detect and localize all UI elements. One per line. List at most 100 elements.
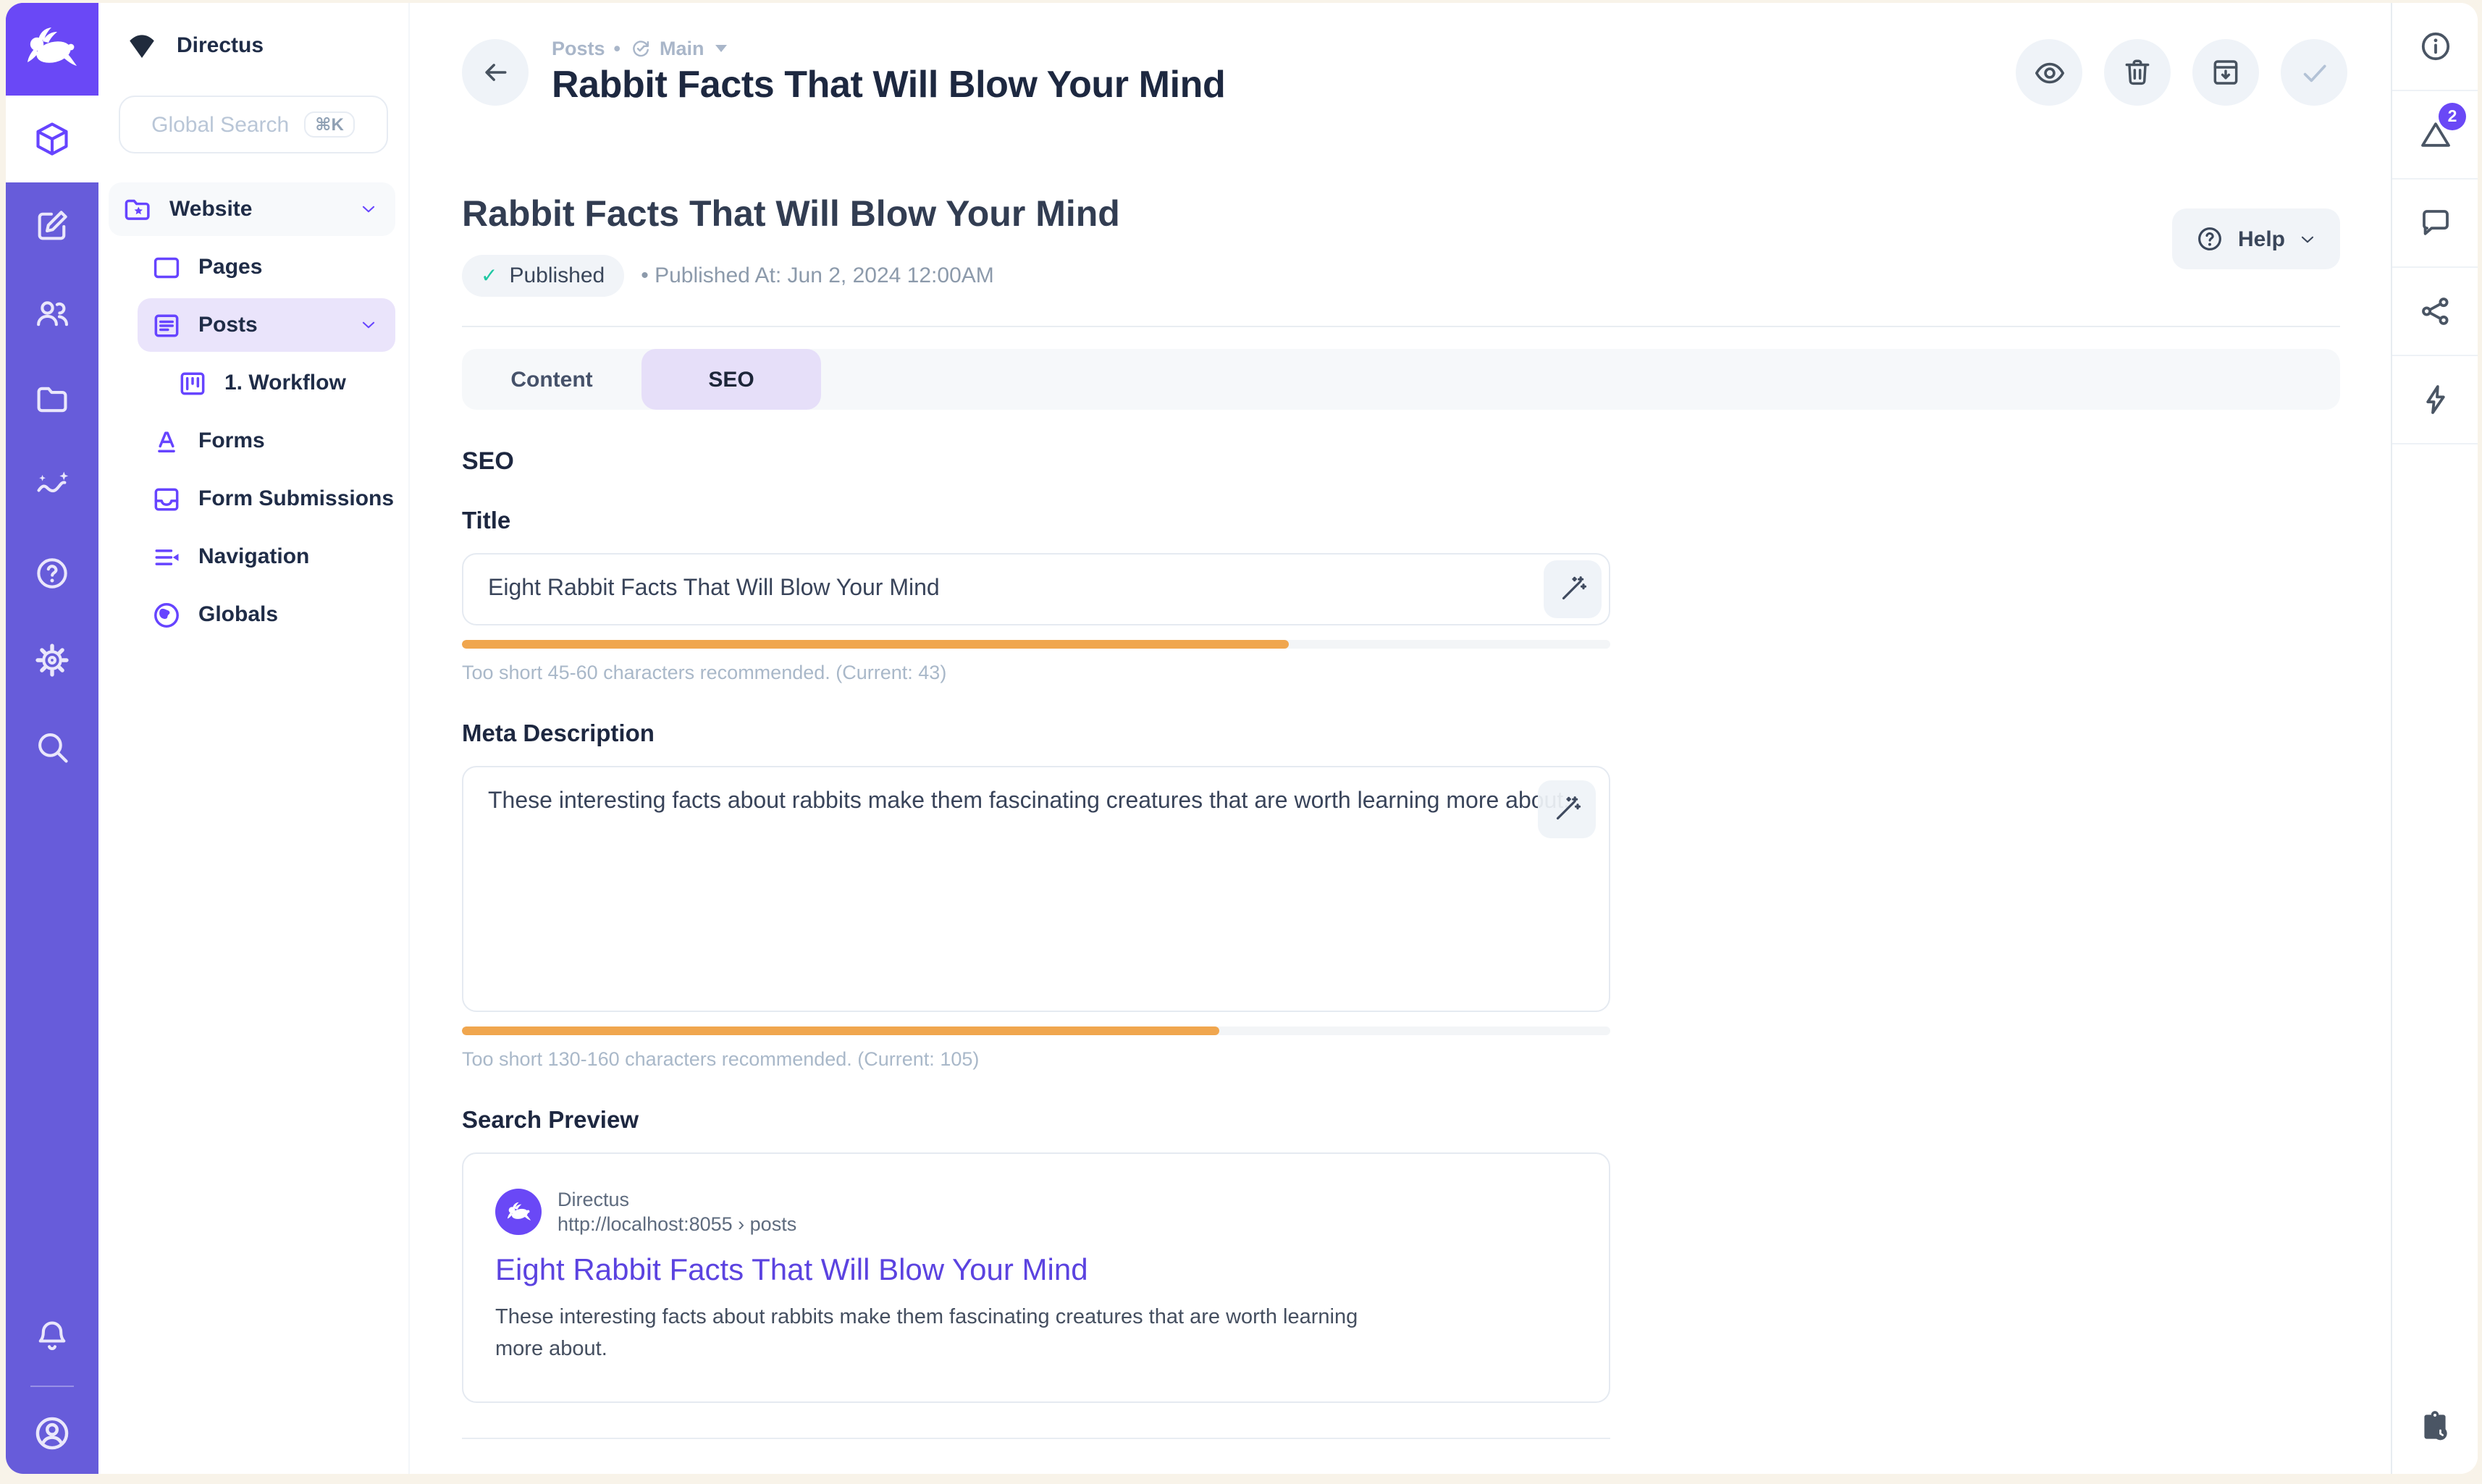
notifications-bell[interactable] bbox=[6, 1293, 98, 1380]
info-icon bbox=[2418, 29, 2452, 64]
inbox-icon bbox=[151, 483, 182, 515]
preview-site-row: Directus http://localhost:8055 › posts bbox=[495, 1189, 1577, 1235]
seo-form: SEO Title Eight Rabbit Facts That Will B… bbox=[462, 447, 1610, 1438]
breadcrumb-version[interactable]: Main bbox=[660, 38, 704, 59]
cube-icon bbox=[33, 120, 71, 158]
module-docs[interactable] bbox=[6, 530, 98, 617]
directus-logo[interactable] bbox=[6, 3, 98, 96]
breadcrumb[interactable]: Posts • Main bbox=[552, 38, 1225, 59]
directus-app: Directus Global Search ⌘K Website bbox=[0, 0, 2482, 1484]
save-button[interactable] bbox=[2281, 39, 2347, 106]
module-content[interactable] bbox=[6, 96, 98, 182]
generate-title-button[interactable] bbox=[1544, 560, 1602, 618]
module-editor[interactable] bbox=[6, 182, 98, 269]
sidebar-item-form-submissions[interactable]: Form Submissions bbox=[138, 472, 395, 526]
kanban-icon bbox=[177, 367, 209, 399]
breadcrumb-collection[interactable]: Posts bbox=[552, 38, 605, 59]
preview-url: http://localhost:8055 › posts bbox=[558, 1213, 796, 1235]
comments-sidebar-button[interactable] bbox=[2392, 180, 2478, 268]
project-header[interactable]: Directus bbox=[98, 3, 408, 87]
header-actions bbox=[2016, 39, 2347, 106]
module-insights[interactable] bbox=[6, 443, 98, 530]
sidebar-item-posts[interactable]: Posts bbox=[138, 298, 395, 352]
title-length-progress bbox=[462, 640, 1610, 649]
delete-button[interactable] bbox=[2104, 39, 2171, 106]
status-badge: ✓ Published bbox=[462, 255, 623, 297]
meta-length-progress bbox=[462, 1026, 1610, 1035]
preview-description: These interesting facts about rabbits ma… bbox=[495, 1303, 1393, 1366]
collection-nav: Website Pages Posts bbox=[98, 182, 408, 641]
global-search-input[interactable]: Global Search ⌘K bbox=[119, 96, 388, 153]
sidebar-item-label: Posts bbox=[198, 313, 258, 337]
project-name: Directus bbox=[177, 33, 264, 57]
sidebar-item-navigation[interactable]: Navigation bbox=[138, 530, 395, 583]
text-format-icon bbox=[151, 425, 182, 457]
page-header: Posts • Main Rabbit Facts That Will Blow… bbox=[410, 3, 2391, 142]
folder-icon bbox=[33, 381, 71, 418]
trash-icon bbox=[2121, 56, 2153, 88]
search-preview-card: Directus http://localhost:8055 › posts E… bbox=[462, 1152, 1610, 1402]
meta-description-textarea[interactable]: These interesting facts about rabbits ma… bbox=[462, 766, 1610, 1012]
clipboard-clock-icon bbox=[2417, 1408, 2453, 1444]
comment-icon bbox=[2418, 206, 2452, 240]
gear-icon bbox=[33, 641, 71, 679]
app-shell: Directus Global Search ⌘K Website bbox=[6, 3, 2478, 1474]
tab-seo[interactable]: SEO bbox=[641, 349, 821, 410]
module-file-library[interactable] bbox=[6, 356, 98, 443]
module-settings[interactable] bbox=[6, 617, 98, 704]
window-icon bbox=[151, 251, 182, 283]
arrow-left-icon bbox=[479, 56, 511, 88]
sidebar-item-globals[interactable]: Globals bbox=[138, 588, 395, 641]
search-icon bbox=[33, 728, 71, 766]
seo-title-input[interactable]: Eight Rabbit Facts That Will Blow Your M… bbox=[462, 553, 1610, 625]
meta-description-value: These interesting facts about rabbits ma… bbox=[488, 789, 1584, 815]
bolt-icon bbox=[2418, 382, 2452, 417]
status-row: ✓ Published • Published At: Jun 2, 2024 … bbox=[462, 255, 2340, 297]
preview-button[interactable] bbox=[2016, 39, 2082, 106]
magic-wand-icon bbox=[1558, 575, 1587, 604]
seo-section-title: SEO bbox=[462, 447, 1610, 476]
help-button[interactable]: Help bbox=[2173, 208, 2340, 269]
flows-sidebar-button[interactable] bbox=[2392, 356, 2478, 444]
check-icon bbox=[2297, 56, 2331, 89]
sidebar-item-pages[interactable]: Pages bbox=[138, 240, 395, 294]
sidebar-item-label: Form Submissions bbox=[198, 486, 394, 511]
notices-sidebar-button[interactable]: 2 bbox=[2392, 91, 2478, 180]
preview-link-title: Eight Rabbit Facts That Will Blow Your M… bbox=[495, 1254, 1577, 1289]
rabbit-logo-icon bbox=[23, 20, 81, 78]
sidebar-item-label: 1. Workflow bbox=[224, 371, 346, 395]
chevron-down-icon[interactable] bbox=[359, 316, 378, 334]
tab-content[interactable]: Content bbox=[462, 349, 641, 410]
site-favicon bbox=[495, 1189, 542, 1235]
right-sidebar: 2 bbox=[2391, 3, 2478, 1474]
detail-tabs: Content SEO bbox=[462, 349, 2340, 410]
sidebar-item-forms[interactable]: Forms bbox=[138, 414, 395, 468]
back-button[interactable] bbox=[462, 39, 529, 106]
sidebar-item-workflow[interactable]: 1. Workflow bbox=[138, 356, 395, 410]
user-avatar[interactable] bbox=[6, 1393, 98, 1474]
meta-field-label: Meta Description bbox=[462, 721, 1610, 749]
search-preview-label: Search Preview bbox=[462, 1108, 1610, 1135]
activity-log-button[interactable] bbox=[2392, 1378, 2478, 1474]
help-icon bbox=[33, 555, 71, 592]
chevron-down-icon[interactable] bbox=[359, 200, 378, 219]
generate-meta-button[interactable] bbox=[1538, 780, 1596, 838]
nav-list-icon bbox=[151, 541, 182, 573]
form-end-divider bbox=[462, 1437, 1610, 1438]
globe-icon bbox=[151, 599, 182, 631]
share-sidebar-button[interactable] bbox=[2392, 268, 2478, 356]
share-icon bbox=[2418, 294, 2452, 329]
project-logo-icon bbox=[125, 28, 159, 62]
help-label: Help bbox=[2238, 227, 2285, 251]
title-field-label: Title bbox=[462, 508, 1610, 536]
main-area: Posts • Main Rabbit Facts That Will Blow… bbox=[410, 3, 2391, 1474]
meta-length-hint: Too short 130-160 characters recommended… bbox=[462, 1048, 1610, 1070]
module-user-directory[interactable] bbox=[6, 269, 98, 356]
module-search[interactable] bbox=[6, 704, 98, 791]
version-dropdown-icon[interactable] bbox=[716, 45, 728, 52]
sidebar-item-website[interactable]: Website bbox=[109, 182, 395, 236]
archive-button[interactable] bbox=[2192, 39, 2259, 106]
archive-icon bbox=[2210, 56, 2242, 88]
info-sidebar-button[interactable] bbox=[2392, 3, 2478, 91]
modbar-divider bbox=[30, 1386, 74, 1387]
